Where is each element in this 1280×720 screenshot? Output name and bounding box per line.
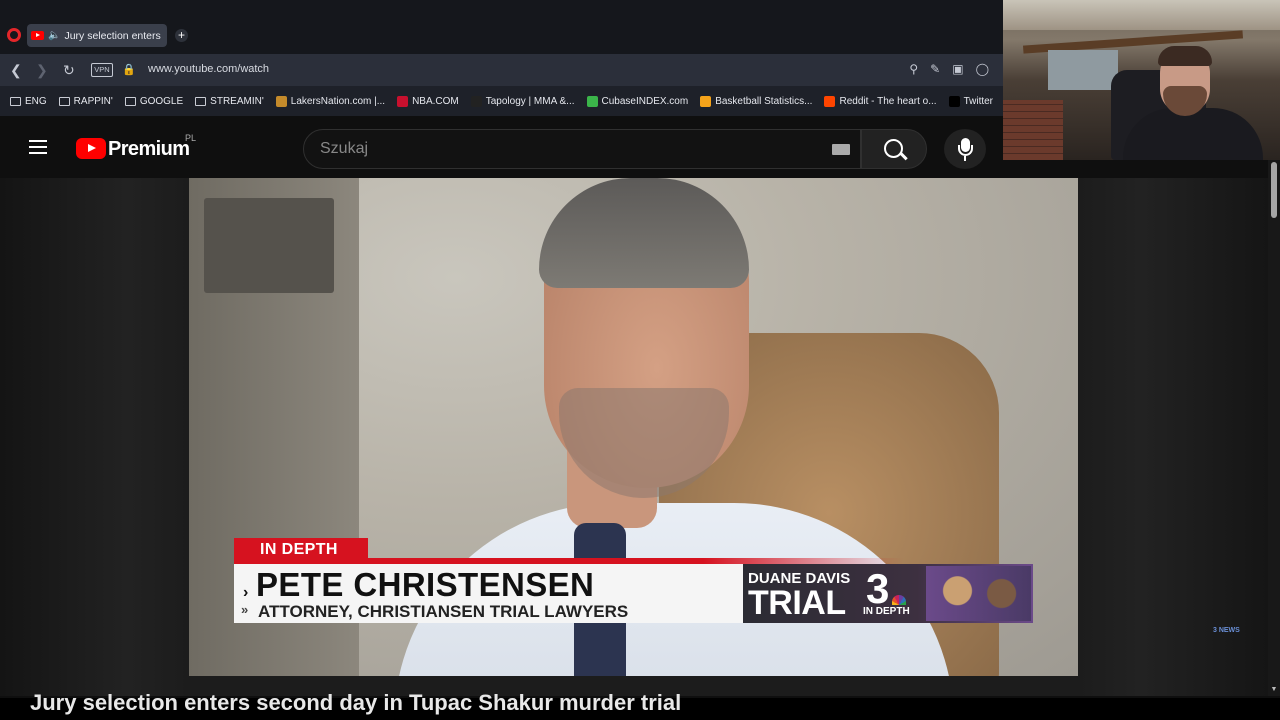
- page-scrollbar[interactable]: ▼: [1268, 160, 1280, 696]
- bookmark-label: RAPPIN': [73, 95, 113, 107]
- speaker-name: PETE CHRISTENSEN: [256, 566, 595, 603]
- youtube-favicon-icon: [31, 31, 44, 40]
- double-chevron-icon: »: [241, 602, 249, 617]
- chevron-right-icon: ›: [243, 584, 249, 601]
- bookmark-label: Tapology | MMA &...: [485, 95, 575, 107]
- edit-icon[interactable]: ✎: [930, 62, 940, 76]
- site-favicon-icon: [470, 95, 482, 107]
- vpn-badge[interactable]: VPN: [91, 63, 113, 77]
- site-favicon-icon: [824, 95, 836, 107]
- speaker-title: ATTORNEY, CHRISTIANSEN TRIAL LAWYERS: [258, 602, 629, 621]
- browser-tab-strip: 🔈 Jury selection enters s +: [0, 0, 1003, 54]
- webcam-overlay: [1003, 0, 1280, 160]
- bookmark-label: CubaseINDEX.com: [601, 95, 689, 107]
- reload-icon[interactable]: ↻: [63, 62, 75, 78]
- site-favicon-icon: [586, 95, 598, 107]
- shield-icon[interactable]: ◯: [976, 62, 989, 76]
- video-title: Jury selection enters second day in Tupa…: [30, 690, 682, 715]
- forward-icon[interactable]: ❯: [36, 62, 48, 78]
- browser-toolbar: ❮ ❯ ↻ VPN 🔒 www.youtube.com/watch ⚲ ✎ ▣ …: [0, 54, 1003, 86]
- search-input[interactable]: [320, 140, 820, 158]
- trial-promo-graphic: DUANE DAVIS TRIAL 3 IN DEPTH: [743, 564, 1033, 623]
- back-icon[interactable]: ❮: [10, 62, 22, 78]
- bookmark-item[interactable]: ENG: [10, 96, 47, 107]
- scroll-down-icon[interactable]: ▼: [1270, 686, 1278, 693]
- screen: 🔈 Jury selection enters s + ❮ ❯ ↻ VPN 🔒 …: [0, 0, 1280, 720]
- bookmark-label: Twitter: [963, 95, 994, 107]
- menu-icon[interactable]: [29, 140, 47, 154]
- bookmark-item[interactable]: Tapology | MMA &...: [470, 95, 575, 107]
- promo-line-2: TRIAL: [748, 584, 846, 622]
- youtube-logo-icon[interactable]: [76, 138, 106, 159]
- address-bar[interactable]: www.youtube.com/watch: [148, 63, 269, 75]
- bookmark-label: Reddit - The heart o...: [839, 95, 937, 107]
- video-title-area: Jury selection enters second day in Tupa…: [0, 690, 1280, 720]
- promo-photos: [926, 566, 1031, 621]
- news-lower-third: IN DEPTH › » PETE CHRISTENSEN ATTORNEY, …: [234, 538, 1034, 624]
- keyboard-icon[interactable]: [832, 144, 850, 155]
- site-favicon-icon: [700, 95, 712, 107]
- bookmark-label: LakersNation.com |...: [290, 95, 386, 107]
- channel-watermark: 3 NEWS: [1213, 627, 1240, 634]
- bookmark-item[interactable]: NBA.COM: [397, 95, 459, 107]
- youtube-premium-wordmark[interactable]: Premium: [108, 138, 190, 161]
- region-code: PL: [185, 133, 197, 143]
- bookmark-item[interactable]: CubaseINDEX.com: [586, 95, 689, 107]
- site-favicon-icon: [948, 95, 960, 107]
- bookmark-item[interactable]: STREAMIN': [195, 96, 264, 107]
- nbc-peacock-icon: [892, 595, 906, 605]
- bookmark-item[interactable]: GOOGLE: [124, 95, 184, 107]
- bookmark-label: NBA.COM: [412, 95, 459, 107]
- bookmark-label: Basketball Statistics...: [715, 95, 813, 107]
- promo-subtitle: IN DEPTH: [863, 606, 910, 617]
- zoom-search-icon[interactable]: ⚲: [909, 62, 918, 76]
- bookmark-item[interactable]: Twitter: [948, 95, 994, 107]
- camera-icon[interactable]: ▣: [952, 62, 963, 76]
- speaker-icon[interactable]: 🔈: [48, 30, 60, 41]
- in-depth-tag: IN DEPTH: [234, 538, 368, 562]
- bookmark-item[interactable]: Reddit - The heart o...: [824, 95, 937, 107]
- folder-icon: [10, 96, 21, 106]
- new-tab-button[interactable]: +: [175, 29, 188, 42]
- site-favicon-icon: [275, 95, 287, 107]
- site-favicon-icon: [397, 95, 409, 107]
- tab-title: Jury selection enters s: [64, 29, 165, 42]
- folder-icon: [195, 96, 207, 106]
- folder-icon: [58, 96, 70, 106]
- lock-icon[interactable]: 🔒: [122, 62, 136, 78]
- voice-search-button[interactable]: [944, 129, 986, 169]
- bookmark-label: ENG: [25, 95, 47, 107]
- search-box[interactable]: [303, 129, 861, 169]
- bookmark-item[interactable]: RAPPIN': [58, 95, 113, 107]
- bookmark-label: GOOGLE: [139, 95, 184, 107]
- bookmark-label: STREAMIN': [210, 95, 264, 107]
- opera-logo-icon[interactable]: [7, 28, 21, 42]
- tab-active[interactable]: 🔈 Jury selection enters s: [27, 24, 167, 47]
- folder-icon: [124, 96, 136, 106]
- scrollbar-thumb[interactable]: [1271, 162, 1277, 218]
- search-button[interactable]: [861, 129, 927, 169]
- bookmark-item[interactable]: LakersNation.com |...: [275, 95, 386, 107]
- bookmark-item[interactable]: Basketball Statistics...: [700, 95, 813, 107]
- bookmarks-bar: ENG RAPPIN' GOOGLE STREAMIN' LakersNation.co…: [0, 86, 1003, 116]
